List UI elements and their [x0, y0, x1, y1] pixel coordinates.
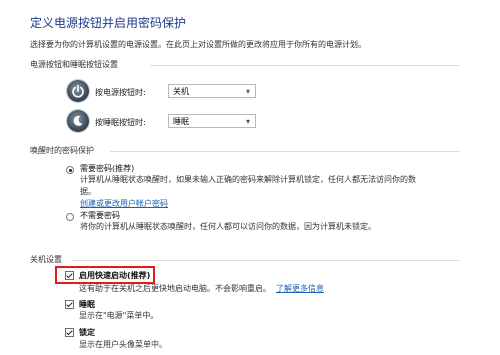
sleep-label: 睡眠: [79, 300, 95, 309]
section-title-password: 唤醒时的密码保护: [30, 146, 94, 155]
require-password-radio[interactable]: [66, 166, 74, 174]
power-button-label: 按电源按钮时:: [95, 88, 146, 97]
no-password-title: 不需要密码: [80, 211, 120, 220]
require-password-desc-line1: 计算机从睡眠状态唤醒时，如果未输入正确的密码来解除计算机锁定，任何人都无法访问你…: [80, 175, 416, 184]
require-password-desc-line2: 据。: [80, 187, 96, 196]
power-button-value: 关机: [173, 87, 189, 96]
section-divider: [150, 65, 460, 66]
sleep-checkbox[interactable]: [65, 300, 74, 309]
sleep-desc: 显示在"电源"菜单中。: [79, 311, 159, 320]
lock-label: 锁定: [79, 328, 95, 337]
sleep-button-label: 按睡眠按钮时:: [95, 118, 146, 127]
section-divider: [72, 260, 460, 261]
section-title-shutdown: 关机设置: [30, 255, 62, 264]
power-button-select[interactable]: 关机 ▾: [168, 84, 256, 98]
fast-startup-highlight: [55, 266, 155, 284]
power-options-page: 定义电源按钮并启用密码保护 选择要为你的计算机设置的电源设置。在此页上对设置所做…: [0, 0, 500, 355]
require-password-title: 需要密码(推荐): [80, 164, 135, 173]
learn-more-link[interactable]: 了解更多信息: [276, 283, 324, 294]
change-password-link[interactable]: 创建或更改用户帐户密码: [80, 198, 168, 209]
section-divider: [110, 151, 460, 152]
chevron-down-icon: ▾: [245, 117, 250, 126]
sleep-button-select[interactable]: 睡眠 ▾: [168, 114, 256, 128]
page-title: 定义电源按钮并启用密码保护: [30, 16, 187, 30]
sleep-moon-icon: [67, 110, 89, 132]
page-description: 选择要为你的计算机设置的电源设置。在此页上对设置所做的更改将应用于你所有的电源计…: [30, 40, 366, 49]
no-password-desc: 将你的计算机从睡眠状态唤醒时，任何人都可以访问你的数据，因为计算机未锁定。: [80, 222, 376, 231]
fast-startup-desc: 这有助于在关机之后更快地启动电脑。不会影响重启。: [79, 284, 271, 293]
lock-checkbox[interactable]: [65, 328, 74, 337]
chevron-down-icon: ▾: [245, 87, 250, 96]
section-title-buttons: 电源按钮和睡眠按钮设置: [30, 60, 118, 69]
lock-desc: 显示在用户头像菜单中。: [79, 340, 167, 349]
no-password-radio[interactable]: [66, 213, 74, 221]
sleep-button-value: 睡眠: [173, 117, 189, 126]
power-icon: [67, 80, 89, 102]
